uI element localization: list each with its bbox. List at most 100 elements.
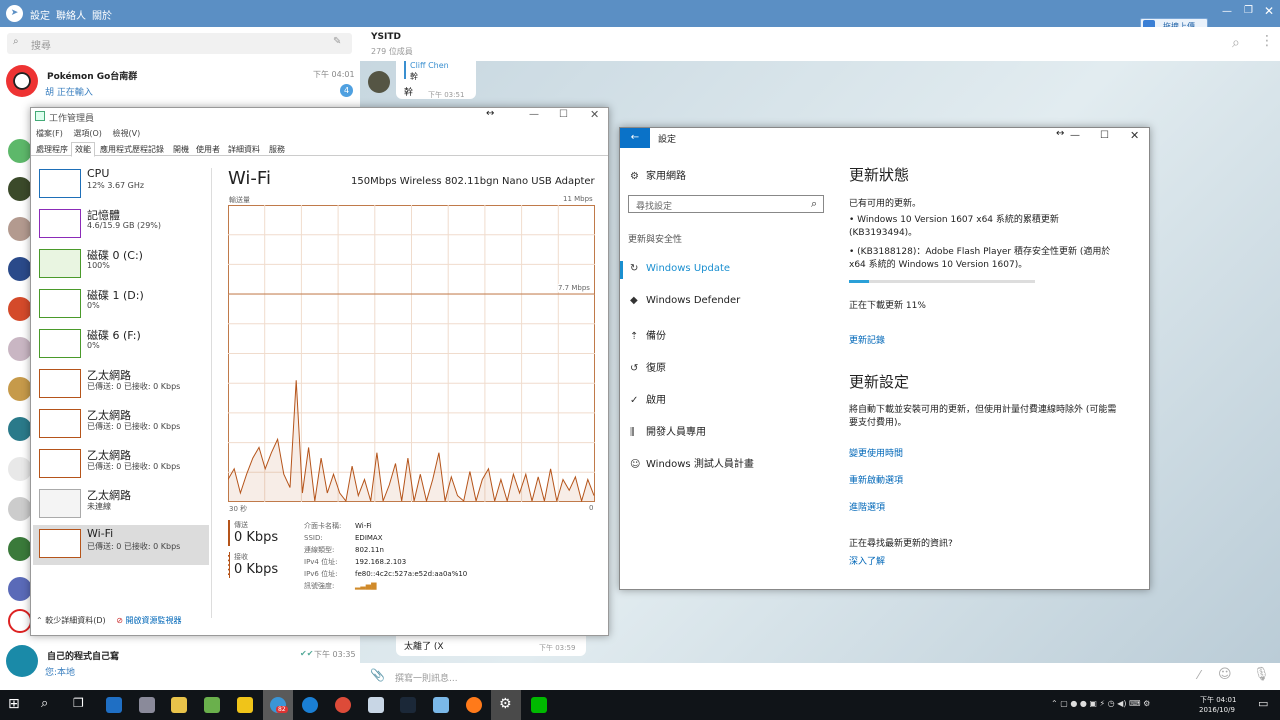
advanced-options-link[interactable]: 進階選項: [849, 500, 885, 513]
clock-date[interactable]: 2016/10/9: [1199, 706, 1235, 714]
minimize-icon[interactable]: —: [1070, 130, 1080, 141]
nav-recovery[interactable]: ↺ 復原: [630, 359, 666, 374]
clock-time[interactable]: 下午 04:01: [1200, 695, 1236, 705]
avatar[interactable]: [8, 417, 32, 441]
close-icon[interactable]: ✕: [1264, 4, 1274, 18]
close-icon[interactable]: ✕: [1130, 129, 1139, 142]
avatar[interactable]: [8, 177, 32, 201]
minimize-icon[interactable]: —: [529, 109, 539, 120]
avatar[interactable]: [8, 337, 32, 361]
avatar[interactable]: [8, 457, 32, 481]
resource-item[interactable]: 磁碟 0 (C:) 100%: [33, 245, 209, 285]
menu-contacts[interactable]: 聯絡人: [56, 7, 86, 22]
chrome-icon[interactable]: [335, 697, 351, 713]
message-input[interactable]: 撰寫一則訊息...: [395, 671, 458, 684]
app-icon[interactable]: [139, 697, 155, 713]
resource-item[interactable]: 乙太網路 已傳送: 0 已接收: 0 Kbps: [33, 365, 209, 405]
avatar[interactable]: [8, 377, 32, 401]
microphone-icon[interactable]: 🎙: [1253, 667, 1270, 682]
maximize-icon[interactable]: ☐: [559, 109, 568, 120]
nav-windows-update[interactable]: ↻ Windows Update: [630, 263, 730, 274]
tab-users[interactable]: 使用者: [196, 144, 220, 155]
nav-developers[interactable]: ⫼ 開發人員專用: [630, 423, 706, 438]
fewer-details-button[interactable]: 較少詳細資料(D): [45, 616, 105, 625]
tab-services[interactable]: 服務: [269, 144, 285, 155]
app-icon[interactable]: [466, 697, 482, 713]
app-icon[interactable]: [433, 697, 449, 713]
nav-backup[interactable]: ⇡ 備份: [630, 327, 666, 342]
avatar[interactable]: [8, 609, 32, 633]
command-icon[interactable]: ⁄: [1198, 668, 1200, 682]
chat-item[interactable]: Pokémon Go台南群 下午 04:01 胡 正在輸入 4: [0, 61, 360, 101]
learn-more-link[interactable]: 深入了解: [849, 554, 885, 567]
chat-title[interactable]: YSITD: [371, 32, 401, 42]
menu-file[interactable]: 檔案(F): [36, 129, 63, 138]
message-bubble[interactable]: Cliff Chen 幹 幹 下午 03:51: [396, 61, 476, 99]
search-input[interactable]: 搜尋: [31, 37, 51, 52]
chevron-up-icon[interactable]: ⌃: [36, 616, 43, 625]
menu-settings[interactable]: 設定: [30, 7, 50, 22]
search-icon[interactable]: ⌕: [811, 197, 817, 211]
resource-item[interactable]: 乙太網路 已傳送: 0 已接收: 0 Kbps: [33, 405, 209, 445]
avatar[interactable]: [8, 297, 32, 321]
app-icon[interactable]: [204, 697, 220, 713]
resource-item[interactable]: 磁碟 6 (F:) 0%: [33, 325, 209, 365]
avatar[interactable]: [8, 257, 32, 281]
nav-activation[interactable]: ✓ 啟用: [630, 391, 666, 406]
app-icon[interactable]: [237, 697, 253, 713]
edge-icon[interactable]: [106, 697, 122, 713]
change-active-hours-link[interactable]: 變更使用時間: [849, 446, 903, 459]
resource-item[interactable]: 乙太網路 已傳送: 0 已接收: 0 Kbps: [33, 445, 209, 485]
resource-item[interactable]: CPU 12% 3.67 GHz: [33, 165, 209, 205]
windows-start-icon[interactable]: ⊞: [8, 696, 20, 712]
resource-item[interactable]: 記憶體 4.6/15.9 GB (29%): [33, 205, 209, 245]
search-icon[interactable]: ⌕: [41, 696, 48, 711]
menu-options[interactable]: 選項(O): [73, 129, 102, 138]
settings-gear-icon[interactable]: ⚙: [499, 696, 512, 712]
update-history-link[interactable]: 更新記錄: [849, 333, 885, 346]
maximize-icon[interactable]: ☐: [1100, 130, 1109, 141]
pencil-icon[interactable]: ✎: [333, 36, 341, 47]
tab-app-history[interactable]: 應用程式歷程記錄: [100, 144, 164, 155]
resource-item[interactable]: Wi-Fi 已傳送: 0 已接收: 0 Kbps: [33, 525, 209, 565]
tab-processes[interactable]: 處理程序: [36, 144, 68, 155]
task-manager-icon[interactable]: [368, 697, 384, 713]
maximize-icon[interactable]: ❐: [1244, 5, 1253, 16]
steam-icon[interactable]: [400, 697, 416, 713]
search-input[interactable]: 尋找設定: [636, 199, 672, 212]
nav-windows-defender[interactable]: ◆ Windows Defender: [630, 295, 740, 306]
avatar[interactable]: [8, 139, 32, 163]
system-tray-icons[interactable]: ⌃ ▢ ● ● ▣ ⚡ ◷ ◀) ⌨ ⚙: [1051, 699, 1150, 708]
settings-search[interactable]: 尋找設定 ⌕: [628, 195, 824, 213]
avatar[interactable]: [8, 497, 32, 521]
tab-details[interactable]: 詳細資料: [228, 144, 260, 155]
search-box[interactable]: ⌕ 搜尋 ✎: [7, 33, 352, 54]
more-icon[interactable]: ⋮: [1260, 33, 1274, 49]
attach-icon[interactable]: 📎: [370, 668, 385, 682]
menu-view[interactable]: 檢視(V): [112, 129, 140, 138]
avatar[interactable]: [8, 217, 32, 241]
avatar[interactable]: [368, 71, 390, 93]
file-explorer-icon[interactable]: [171, 697, 187, 713]
resource-item[interactable]: 乙太網路 未連線: [33, 485, 209, 525]
search-icon[interactable]: ⌕: [1232, 35, 1240, 51]
open-resource-monitor-link[interactable]: 開啟資源監視器: [125, 616, 181, 625]
skype-icon[interactable]: [302, 697, 318, 713]
nav-insider[interactable]: ☺ Windows 測試人員計畫: [630, 455, 754, 470]
minimize-icon[interactable]: —: [1222, 6, 1232, 17]
notification-center-icon[interactable]: ▭: [1258, 697, 1268, 710]
emoji-icon[interactable]: ☺: [1218, 667, 1232, 682]
chat-item[interactable]: 自己的程式自己寫 ✔✔ 下午 03:35 您:本地: [0, 641, 360, 681]
menu-about[interactable]: 關於: [92, 7, 112, 22]
message-bubble[interactable]: 太離了 (X 下午 03:59: [396, 636, 586, 656]
nav-home[interactable]: ⚙ 家用網路: [630, 167, 686, 182]
restart-options-link[interactable]: 重新啟動選項: [849, 473, 903, 486]
line-icon[interactable]: [531, 697, 547, 713]
resource-item[interactable]: 磁碟 1 (D:) 0%: [33, 285, 209, 325]
task-view-icon[interactable]: ❐: [73, 696, 84, 710]
avatar[interactable]: [8, 537, 32, 561]
tab-startup[interactable]: 開機: [173, 144, 189, 155]
back-arrow-icon[interactable]: ←: [620, 128, 650, 148]
tab-performance[interactable]: 效能: [71, 142, 95, 157]
avatar[interactable]: [8, 577, 32, 601]
